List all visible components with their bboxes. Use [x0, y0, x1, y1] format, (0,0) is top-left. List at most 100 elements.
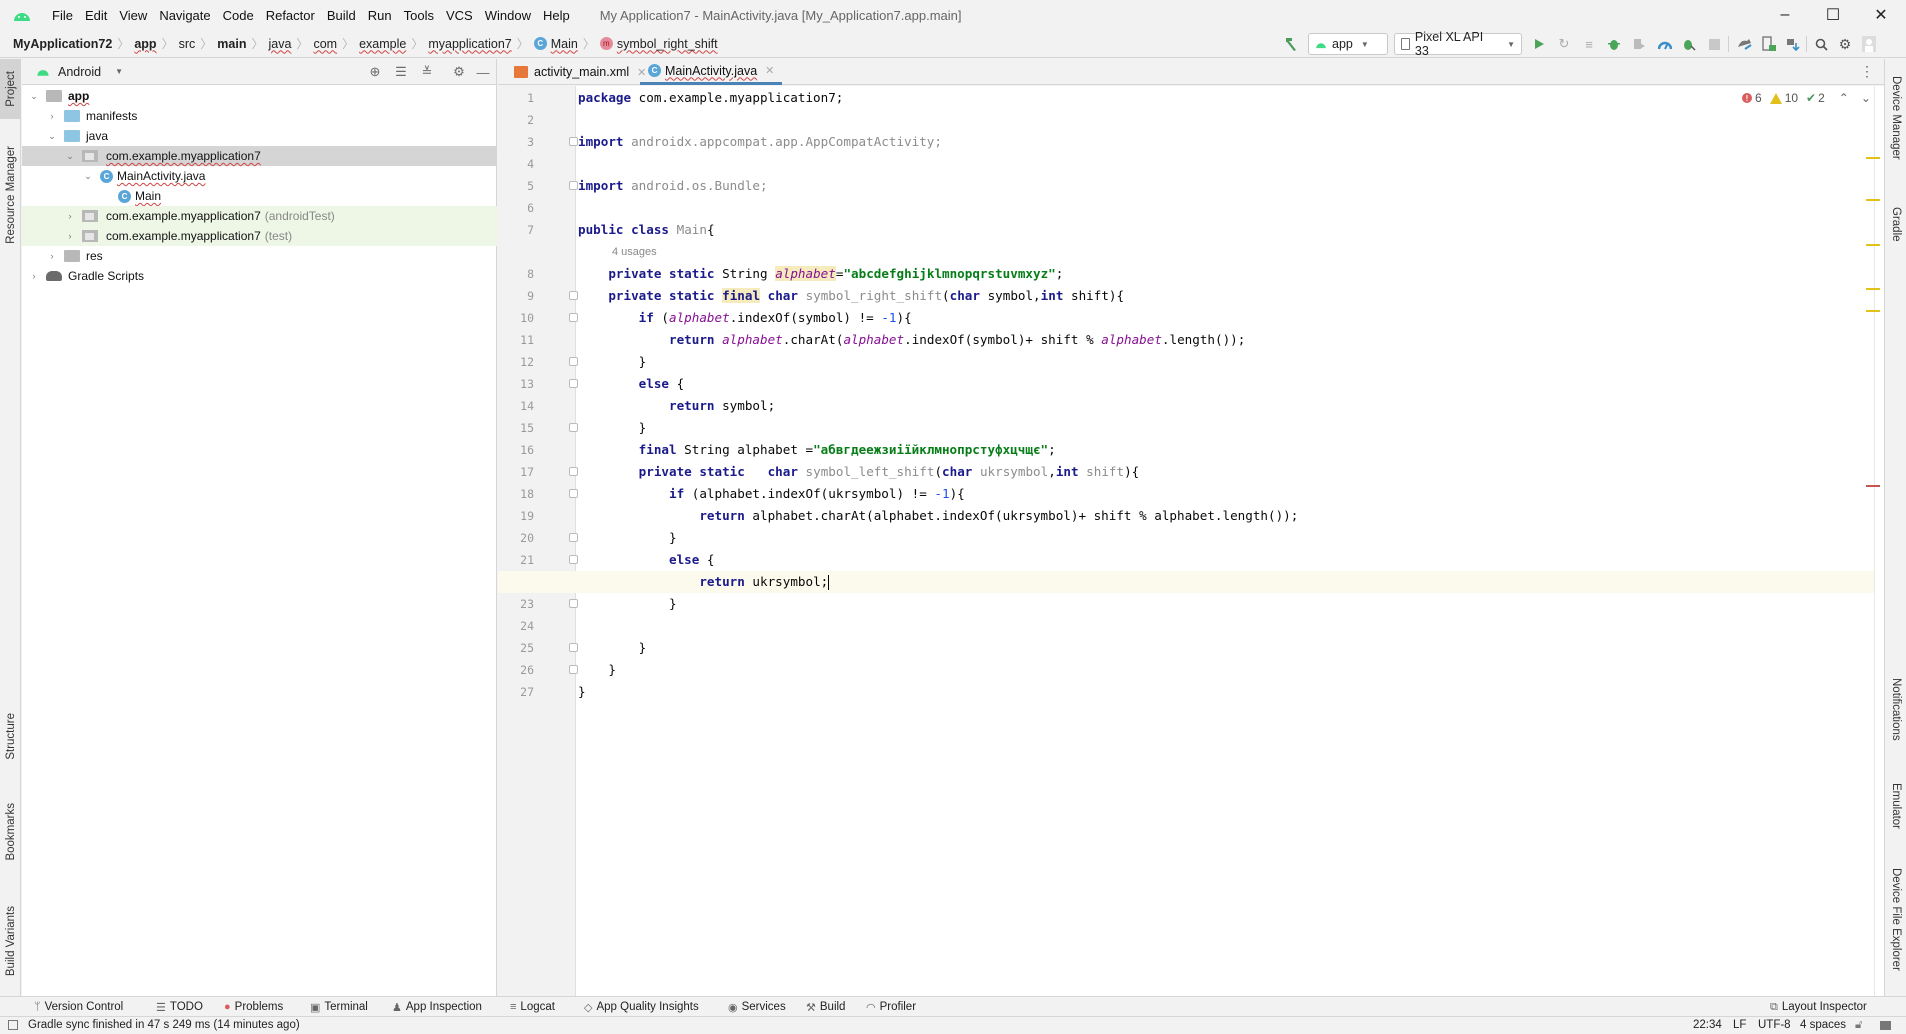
code-line[interactable]: private static String alphabet="abcdefgh… — [578, 263, 1878, 285]
tree-item-res[interactable]: › res — [22, 246, 497, 266]
tab-activity-main-xml[interactable]: activity_main.xml ✕ — [506, 59, 654, 85]
code-line[interactable]: } — [578, 681, 1878, 703]
indent-setting[interactable]: 4 spaces — [1800, 1017, 1846, 1034]
fold-close-icon[interactable] — [569, 357, 578, 366]
close-window-button[interactable]: ✕ — [1858, 0, 1904, 30]
breadcrumb-example[interactable]: example — [359, 37, 406, 51]
warning-marker[interactable] — [1866, 310, 1880, 312]
menu-view[interactable]: View — [113, 8, 153, 23]
warning-marker[interactable] — [1866, 157, 1880, 159]
code-line[interactable]: } — [578, 659, 1878, 681]
tool-problems[interactable]: ● Problems — [224, 997, 283, 1017]
sync-project-icon[interactable] — [1735, 33, 1755, 55]
menu-window[interactable]: Window — [479, 8, 537, 23]
fold-open-icon[interactable] — [569, 489, 578, 498]
status-message[interactable]: Gradle sync finished in 47 s 249 ms (14 … — [28, 1017, 300, 1034]
code-line[interactable]: return symbol; — [578, 395, 1878, 417]
close-tab-icon[interactable]: ✕ — [765, 64, 774, 77]
inspection-widget[interactable]: ! 6 10 ✔ 2 ⌃ ⌄ — [1742, 91, 1871, 105]
menu-vcs[interactable]: VCS — [440, 8, 479, 23]
search-icon[interactable] — [1812, 33, 1830, 55]
fold-close-icon[interactable] — [569, 181, 578, 190]
menu-help[interactable]: Help — [537, 8, 576, 23]
device-dropdown[interactable]: Pixel XL API 33 ▼ — [1394, 30, 1522, 58]
debug-icon[interactable] — [1605, 33, 1623, 55]
breadcrumb-main-class[interactable]: Main — [551, 37, 578, 51]
maximize-button[interactable]: ☐ — [1810, 0, 1856, 30]
tool-app-inspection[interactable]: ♟ App Inspection — [392, 997, 482, 1017]
project-view-dropdown[interactable]: Android ▼ — [36, 65, 123, 79]
code-line[interactable]: public class Main{ — [578, 219, 1878, 241]
panel-settings-icon[interactable]: ⚙ — [450, 63, 468, 81]
code-line[interactable]: } — [578, 527, 1878, 549]
fold-close-icon[interactable] — [569, 643, 578, 652]
warning-marker[interactable] — [1866, 288, 1880, 290]
tool-app-quality-insights[interactable]: ◇ App Quality Insights — [584, 997, 699, 1017]
locate-file-icon[interactable]: ⊕ — [366, 63, 384, 81]
account-icon[interactable] — [1860, 33, 1878, 55]
attach-debugger-icon[interactable] — [1630, 33, 1648, 55]
breadcrumb-com[interactable]: com — [313, 37, 337, 51]
tool-layout-inspector[interactable]: ⧉ Layout Inspector — [1770, 997, 1867, 1017]
tool-profiler[interactable]: ◠ Profiler — [866, 997, 916, 1017]
fold-open-icon[interactable] — [569, 379, 578, 388]
caret-position[interactable]: 22:34 — [1693, 1017, 1722, 1034]
tree-item-manifests[interactable]: › manifests — [22, 106, 497, 126]
collapse-all-icon[interactable]: ≚ — [418, 63, 436, 81]
tree-item-test-package[interactable]: › com.example.myapplication7 (test) — [22, 226, 497, 246]
tool-tab-gradle[interactable]: Gradle — [1885, 189, 1906, 259]
code-line[interactable]: } — [578, 417, 1878, 439]
run-config-dropdown[interactable]: app ▼ — [1308, 33, 1388, 55]
tree-item-java[interactable]: ⌄ java — [22, 126, 497, 146]
code-line[interactable]: else { — [578, 373, 1878, 395]
code-line[interactable]: final String alphabet ="абвгдеежзиіїйклм… — [578, 439, 1878, 461]
tree-item-main-class[interactable]: C Main — [22, 186, 497, 206]
hide-panel-icon[interactable]: — — [474, 63, 492, 81]
code-line[interactable]: if (alphabet.indexOf(ukrsymbol) != -1){ — [578, 483, 1878, 505]
code-line[interactable]: private static final char symbol_right_s… — [578, 285, 1878, 307]
fold-close-icon[interactable] — [569, 423, 578, 432]
more-tabs-icon[interactable]: ⋮ — [1860, 63, 1874, 80]
breadcrumb-src[interactable]: src — [179, 37, 196, 51]
debug-attach-icon[interactable] — [1680, 33, 1698, 55]
run-icon[interactable] — [1530, 33, 1548, 55]
hammer-icon[interactable] — [1281, 33, 1301, 55]
errors-count[interactable]: ! 6 — [1742, 91, 1762, 105]
tab-mainactivity-java[interactable]: C MainActivity.java ✕ — [640, 59, 783, 85]
profile-icon[interactable] — [1656, 33, 1674, 55]
breadcrumb-myapplication7[interactable]: myapplication7 — [428, 37, 511, 51]
tool-tab-device-manager[interactable]: Device Manager — [1885, 63, 1906, 173]
apply-code-changes-icon[interactable]: ≡ — [1580, 33, 1598, 55]
warning-marker[interactable] — [1866, 244, 1880, 246]
tool-tab-resource-manager[interactable]: Resource Manager — [0, 137, 21, 252]
breadcrumb-method[interactable]: symbol_right_shift — [617, 37, 718, 51]
code-editor[interactable]: 1234567891011121314151617181920212223242… — [498, 86, 1884, 996]
breadcrumb-java[interactable]: java — [268, 37, 291, 51]
code-line[interactable]: } — [578, 593, 1878, 615]
code-line[interactable]: import android.os.Bundle; — [578, 175, 1878, 197]
tree-item-gradle-scripts[interactable]: › Gradle Scripts — [22, 266, 497, 286]
code-line[interactable]: return alphabet.charAt(alphabet.indexOf(… — [578, 505, 1878, 527]
code-line[interactable]: private static char symbol_left_shift(ch… — [578, 461, 1878, 483]
code-line[interactable] — [578, 615, 1878, 637]
device-manager-icon[interactable] — [1760, 33, 1778, 55]
settings-icon[interactable]: ⚙ — [1836, 33, 1854, 55]
error-marker[interactable] — [1866, 485, 1880, 487]
code-line[interactable]: } — [578, 351, 1878, 373]
file-encoding[interactable]: UTF-8 — [1758, 1017, 1791, 1034]
previous-highlight-icon[interactable]: ⌃ — [1839, 91, 1849, 105]
line-separator[interactable]: LF — [1733, 1017, 1746, 1034]
tool-terminal[interactable]: ▣ Terminal — [310, 997, 368, 1017]
code-line[interactable]: } — [578, 637, 1878, 659]
warning-marker[interactable] — [1866, 199, 1880, 201]
expand-all-icon[interactable]: ☰ — [392, 63, 410, 81]
tool-tab-emulator[interactable]: Emulator — [1885, 769, 1906, 844]
sdk-manager-icon[interactable] — [1784, 33, 1802, 55]
tool-todo[interactable]: ☰ TODO — [156, 997, 203, 1017]
fold-open-icon[interactable] — [569, 291, 578, 300]
tool-version-control[interactable]: ᛘ Version Control — [34, 997, 123, 1017]
notifications-icon[interactable] — [1880, 1021, 1891, 1030]
menu-navigate[interactable]: Navigate — [153, 8, 216, 23]
menu-code[interactable]: Code — [217, 8, 260, 23]
tool-tab-build-variants[interactable]: Build Variants — [0, 889, 21, 994]
